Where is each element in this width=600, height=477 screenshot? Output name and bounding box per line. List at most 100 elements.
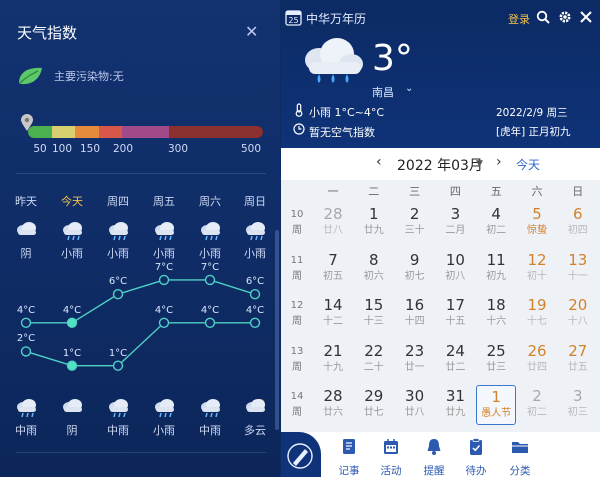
lunar-day: 二十 <box>363 361 384 373</box>
pen-button[interactable] <box>281 432 321 477</box>
high-temperature-point <box>249 289 261 300</box>
lunar-day: 廿八 <box>323 225 343 236</box>
calendar-day-cell[interactable]: 27 廿五 <box>558 340 598 380</box>
gear-icon[interactable] <box>558 10 572 24</box>
calendar-day-cell[interactable]: 11 初九 <box>476 249 516 289</box>
lunar-day: 廿五 <box>567 361 588 373</box>
temperature-chart <box>20 274 261 371</box>
calendar-day-cell[interactable]: 9 初七 <box>395 249 435 289</box>
weather-index-panel: 天气指数 ✕ 主要污染物:无 50 100 150 200 300 500 昨天阴中雨 今天… <box>0 0 280 477</box>
calendar-day-cell[interactable]: 22 二十 <box>354 340 394 380</box>
calendar-day-cell[interactable]: 28 廿八 <box>313 203 353 243</box>
tab-folder[interactable]: 分类 <box>500 437 540 477</box>
close-icon[interactable] <box>580 10 592 24</box>
chevron-left-icon[interactable]: ‹ <box>376 154 382 170</box>
day-number: 27 <box>568 341 588 360</box>
calendar-day-cell[interactable]: 19 十七 <box>517 294 557 334</box>
tab-notebook[interactable]: 记事 <box>329 437 369 477</box>
week-number: 11周 <box>290 254 304 282</box>
search-icon[interactable] <box>536 10 550 24</box>
lunar-day: 初七 <box>404 270 425 282</box>
day-number: 15 <box>364 296 384 314</box>
city-selector[interactable]: 南昌 <box>372 84 394 100</box>
weather-condition: 小雨 1°C~4°C <box>309 106 385 119</box>
day-number: 5 <box>532 205 542 223</box>
low-temperature-point <box>66 360 78 371</box>
calendar-day-cell[interactable]: 4 初二 <box>476 203 516 243</box>
calendar-day-cell[interactable]: 16 十四 <box>395 294 435 334</box>
calendar-day-cell[interactable]: 18 十六 <box>476 294 516 334</box>
lunar-day: 十七 <box>527 316 547 327</box>
month-label[interactable]: 2022 年03月 <box>397 155 483 175</box>
tab-bell[interactable]: 提醒 <box>414 437 454 477</box>
week-number: 14周 <box>290 391 304 418</box>
tab-calendar[interactable]: 活动 <box>371 437 411 477</box>
day-number: 28 <box>323 387 343 405</box>
lunar-day: 三十 <box>404 225 425 236</box>
high-temperature-point <box>204 274 216 286</box>
calendar-day-cell[interactable]: 7 初五 <box>313 249 353 289</box>
calendar-day-cell[interactable]: 25 廿三 <box>476 340 516 380</box>
calendar-day-cell[interactable]: 14 十二 <box>313 294 353 334</box>
calendar-day-cell[interactable]: 23 廿一 <box>395 340 435 380</box>
login-button[interactable]: 登录 <box>508 11 530 27</box>
weekday-header: 日 <box>572 185 584 198</box>
calendar-day-cell[interactable]: 15 十三 <box>354 294 394 334</box>
calendar-day-cell[interactable]: 20 十八 <box>558 294 598 334</box>
tab-clipboard[interactable]: 待办 <box>456 437 496 477</box>
low-temperature-label: 1°C <box>108 347 128 359</box>
calendar-day-cell[interactable]: 28 廿六 <box>313 385 353 425</box>
chevron-down-icon[interactable]: ⌄ <box>405 83 413 94</box>
chevron-right-icon[interactable]: › <box>496 154 502 170</box>
calendar-day-cell[interactable]: 26 廿四 <box>517 340 557 380</box>
calendar-day-cell[interactable]: 24 廿二 <box>435 340 475 380</box>
lunar-day: 二月 <box>445 225 466 236</box>
low-temperature-label: 1°C <box>62 347 82 359</box>
calendar-day-cell[interactable]: 17 十五 <box>435 294 475 334</box>
weekday-header: 四 <box>449 185 461 198</box>
calendar-panel: 25 中华万年历 登录 3° 南昌 ⌄ 小雨 1°C~4°C 2022/2/9 … <box>281 0 600 477</box>
calendar-icon <box>381 439 401 461</box>
day-number: 17 <box>445 296 465 314</box>
calendar-day-cell[interactable]: 2 初二 <box>517 385 557 425</box>
chevron-down-icon[interactable]: ▼ <box>476 159 483 169</box>
tab-label: 提醒 <box>423 465 445 477</box>
lunar-day: 初五 <box>323 270 343 282</box>
low-temperature-point <box>204 317 216 328</box>
calendar-day-cell[interactable]: 6 初四 <box>558 203 598 243</box>
lunar-day: 廿九 <box>445 407 466 418</box>
day-number: 14 <box>323 296 343 314</box>
lunar-day: 初六 <box>363 270 384 282</box>
calendar-day-cell[interactable]: 21 十九 <box>313 340 353 380</box>
calendar-day-cell[interactable]: 8 初六 <box>354 249 394 289</box>
low-temperature-label: 4°C <box>200 304 220 316</box>
day-number: 25 <box>486 341 506 360</box>
tab-label: 活动 <box>380 465 402 477</box>
calendar-day-cell[interactable]: 3 初三 <box>558 385 598 425</box>
scrollbar[interactable] <box>275 230 279 430</box>
calendar-day-cell[interactable]: 31 廿九 <box>435 385 475 425</box>
lunar-day: 廿二 <box>445 361 466 373</box>
today-button[interactable]: 今天 <box>516 156 540 173</box>
day-number: 4 <box>491 205 501 223</box>
calendar-day-cell[interactable]: 2 三十 <box>395 203 435 243</box>
calendar-day-cell[interactable]: 12 初十 <box>517 249 557 289</box>
calendar-day-cell[interactable]: 29 廿七 <box>354 385 394 425</box>
calendar-day-cell[interactable]: 5 惊蛰 <box>517 203 557 243</box>
rain-cloud-icon <box>305 38 363 83</box>
lunar-day: 十六 <box>486 316 507 327</box>
calendar-day-cell[interactable]: 13 十一 <box>558 249 598 289</box>
lunar-day: 初四 <box>567 225 588 236</box>
calendar-day-cell[interactable]: 10 初八 <box>435 249 475 289</box>
lunar-day: 初三 <box>567 407 588 418</box>
calendar-day-cell[interactable]: 1 廿九 <box>354 203 394 243</box>
current-temperature: 3° <box>372 38 413 79</box>
calendar-day-cell[interactable]: 1 愚人节 <box>476 385 517 425</box>
current-date: 2022/2/9 周三 <box>496 107 568 119</box>
week-number: 10周 <box>290 209 304 236</box>
day-number: 23 <box>405 341 425 360</box>
low-temperature-point <box>249 317 261 328</box>
calendar-day-cell[interactable]: 30 廿八 <box>395 385 435 425</box>
week-number: 12周 <box>290 300 304 327</box>
calendar-day-cell[interactable]: 3 二月 <box>435 203 475 243</box>
